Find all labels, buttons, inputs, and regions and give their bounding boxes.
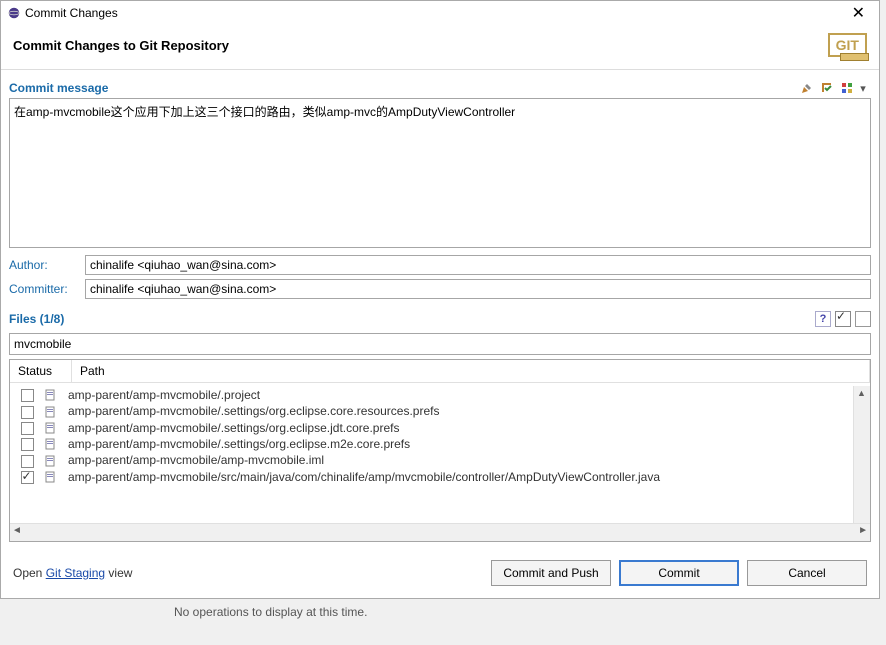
- file-path: amp-parent/amp-mvcmobile/.project: [64, 388, 870, 402]
- table-row[interactable]: amp-parent/amp-mvcmobile/.settings/org.e…: [10, 403, 870, 419]
- table-row[interactable]: amp-parent/amp-mvcmobile/.project: [10, 387, 870, 403]
- commit-button[interactable]: Commit: [619, 560, 739, 586]
- commit-message-label: Commit message: [9, 81, 108, 95]
- commit-dialog: Commit Changes ✕ Commit Changes to Git R…: [0, 0, 880, 599]
- help-icon[interactable]: ?: [815, 311, 831, 327]
- file-icon: [44, 454, 64, 466]
- commit-message-input[interactable]: [9, 98, 871, 248]
- file-icon: [44, 422, 64, 434]
- file-checkbox[interactable]: [21, 406, 34, 419]
- column-path[interactable]: Path: [72, 360, 870, 382]
- column-status[interactable]: Status: [10, 360, 72, 382]
- author-input[interactable]: [85, 255, 871, 275]
- committer-label: Committer:: [9, 282, 79, 296]
- file-icon: [44, 471, 64, 483]
- open-staging-text: Open Git Staging view: [13, 566, 132, 580]
- files-table: Status Path amp-parent/amp-mvcmobile/.pr…: [9, 359, 871, 542]
- file-icon: [44, 389, 64, 401]
- file-checkbox[interactable]: [21, 455, 34, 468]
- table-row[interactable]: amp-parent/amp-mvcmobile/src/main/java/c…: [10, 469, 870, 485]
- table-row[interactable]: amp-parent/amp-mvcmobile/.settings/org.e…: [10, 420, 870, 436]
- file-checkbox[interactable]: [21, 438, 34, 451]
- deselect-all-icon[interactable]: [855, 311, 871, 327]
- file-checkbox[interactable]: [21, 471, 34, 484]
- cancel-button[interactable]: Cancel: [747, 560, 867, 586]
- background-status-text: No operations to display at this time.: [0, 599, 886, 619]
- file-path: amp-parent/amp-mvcmobile/amp-mvcmobile.i…: [64, 453, 870, 467]
- chevron-down-icon[interactable]: ▾: [855, 80, 871, 96]
- committer-input[interactable]: [85, 279, 871, 299]
- amend-icon[interactable]: [799, 80, 815, 96]
- close-icon[interactable]: ✕: [844, 3, 873, 23]
- file-icon: [44, 405, 64, 417]
- dialog-header: Commit Changes to Git Repository GIT: [1, 25, 879, 70]
- file-path: amp-parent/amp-mvcmobile/.settings/org.e…: [64, 421, 870, 435]
- file-path: amp-parent/amp-mvcmobile/.settings/org.e…: [64, 404, 870, 418]
- file-path: amp-parent/amp-mvcmobile/.settings/org.e…: [64, 437, 870, 451]
- window-title: Commit Changes: [25, 6, 118, 20]
- changeid-icon[interactable]: [839, 80, 855, 96]
- header-title: Commit Changes to Git Repository: [13, 38, 229, 53]
- select-all-checkbox[interactable]: [835, 311, 851, 327]
- file-icon: [44, 438, 64, 450]
- titlebar: Commit Changes ✕: [1, 1, 879, 25]
- signoff-icon[interactable]: [819, 80, 835, 96]
- table-row[interactable]: amp-parent/amp-mvcmobile/amp-mvcmobile.i…: [10, 452, 870, 468]
- git-staging-link[interactable]: Git Staging: [46, 566, 105, 580]
- file-checkbox[interactable]: [21, 422, 34, 435]
- file-path: amp-parent/amp-mvcmobile/src/main/java/c…: [64, 470, 870, 484]
- horizontal-scrollbar[interactable]: [10, 523, 870, 541]
- vertical-scrollbar[interactable]: [853, 386, 870, 523]
- author-label: Author:: [9, 258, 79, 272]
- table-row[interactable]: amp-parent/amp-mvcmobile/.settings/org.e…: [10, 436, 870, 452]
- files-filter-input[interactable]: [9, 333, 871, 355]
- files-label: Files (1/8): [9, 312, 64, 326]
- git-badge-icon: GIT: [828, 33, 867, 57]
- commit-and-push-button[interactable]: Commit and Push: [491, 560, 611, 586]
- eclipse-icon: [7, 6, 21, 20]
- file-checkbox[interactable]: [21, 389, 34, 402]
